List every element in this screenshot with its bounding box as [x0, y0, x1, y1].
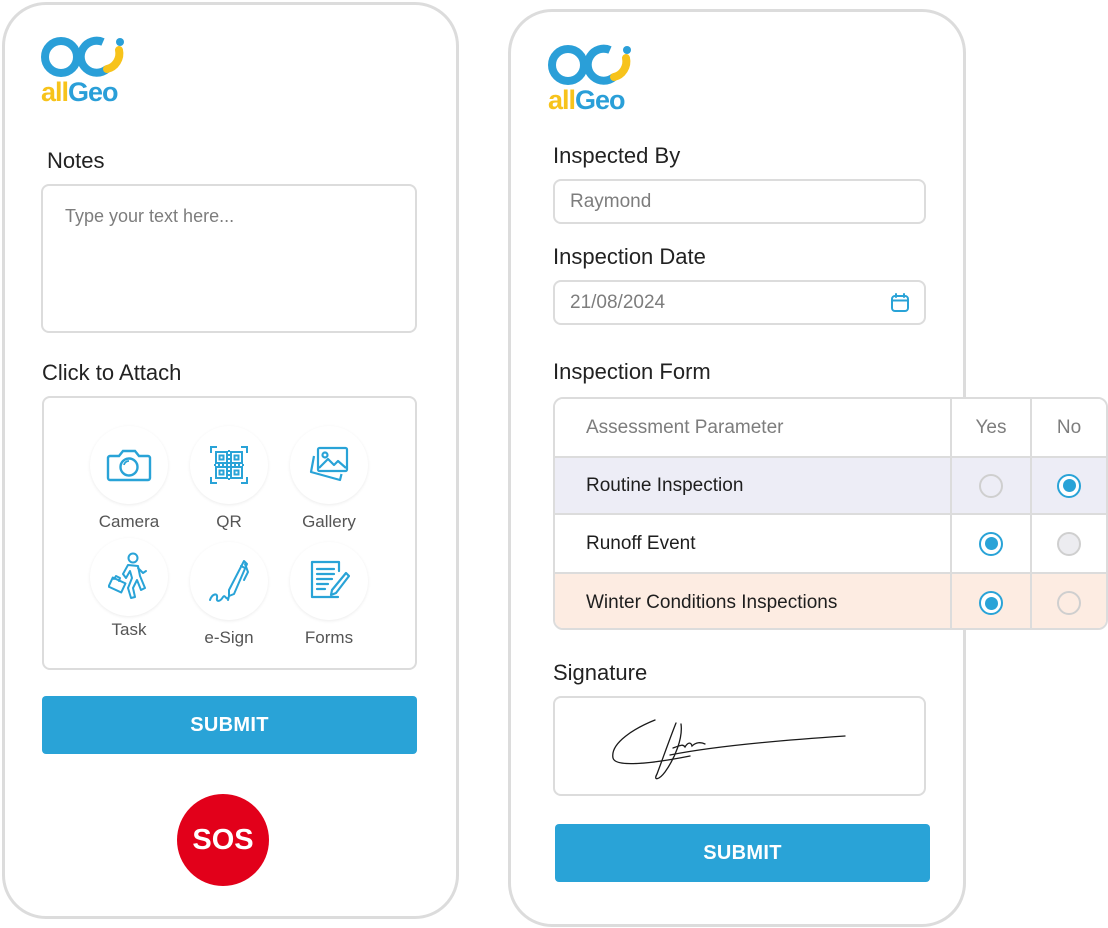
attach-qr-label: QR [216, 512, 242, 531]
calendar-icon[interactable] [889, 292, 911, 314]
attach-gallery-label: Gallery [302, 512, 356, 531]
allgeo-logo: allGeo [548, 41, 638, 116]
row-parameter: Runoff Event [555, 515, 952, 572]
notes-placeholder: Type your text here... [65, 206, 235, 226]
allgeo-logo: allGeo [41, 33, 131, 108]
yes-radio[interactable] [979, 591, 1003, 615]
yes-radio[interactable] [979, 473, 1003, 498]
table-row: Routine Inspection [555, 456, 1106, 513]
table-header-row: Assessment Parameter Yes No [555, 399, 1106, 456]
signature-pad[interactable] [553, 696, 926, 796]
inspection-form-table: Assessment Parameter Yes No Routine Insp… [553, 397, 1108, 630]
qr-code-icon [210, 446, 248, 484]
attach-esign-button[interactable]: e-Sign [179, 542, 279, 648]
inspected-by-input[interactable]: Raymond [553, 179, 926, 224]
header-assessment-parameter: Assessment Parameter [555, 399, 952, 456]
pen-signature-icon [209, 560, 249, 602]
attach-qr-button[interactable]: QR [179, 426, 279, 532]
header-no: No [1056, 416, 1082, 438]
allgeo-logo-mark-icon [548, 44, 631, 85]
attach-camera-button[interactable]: Camera [79, 426, 179, 532]
attach-panel: Camera QR Gallery Task e-Sign Forms [42, 396, 417, 670]
attach-camera-label: Camera [98, 512, 160, 531]
task-walking-person-icon [108, 552, 147, 599]
attach-task-button[interactable]: Task [79, 538, 179, 640]
inspection-date-input[interactable]: 21/08/2024 [553, 280, 926, 325]
yes-radio[interactable] [979, 531, 1003, 556]
inspection-date-label: Inspection Date [553, 244, 706, 269]
allgeo-wordmark: allGeo [41, 77, 119, 107]
table-row: Winter Conditions Inspections [555, 572, 1106, 628]
allgeo-wordmark: allGeo [548, 85, 626, 115]
inspection-form-label: Inspection Form [553, 359, 711, 384]
attach-esign-label: e-Sign [204, 628, 254, 647]
inspection-date-value: 21/08/2024 [570, 291, 666, 313]
inspected-by-label: Inspected By [553, 143, 681, 168]
attach-forms-label: Forms [304, 628, 354, 647]
table-row: Runoff Event [555, 513, 1106, 572]
sos-button[interactable]: SOS [177, 794, 269, 886]
header-yes: Yes [952, 399, 1032, 456]
inspection-submit-button[interactable]: SUBMIT [555, 824, 930, 882]
signature-drawing [612, 719, 846, 780]
attach-forms-button[interactable]: Forms [279, 542, 379, 648]
no-radio[interactable] [1057, 531, 1081, 556]
allgeo-logo-mark-icon [41, 36, 124, 77]
attach-gallery-button[interactable]: Gallery [279, 426, 379, 532]
no-radio[interactable] [1057, 473, 1081, 498]
no-radio[interactable] [1057, 591, 1081, 615]
gallery-icon [309, 446, 349, 482]
attach-label: Click to Attach [42, 360, 182, 385]
signature-label: Signature [553, 660, 648, 685]
notes-textarea[interactable]: Type your text here... [41, 184, 417, 333]
row-parameter: Routine Inspection [555, 458, 952, 513]
notes-submit-button[interactable]: SUBMIT [42, 696, 417, 754]
notes-label: Notes [47, 148, 105, 173]
camera-icon [106, 449, 152, 482]
inspected-by-value: Raymond [570, 190, 652, 212]
attach-task-label: Task [111, 620, 147, 639]
form-document-icon [310, 560, 350, 599]
row-parameter: Winter Conditions Inspections [555, 574, 952, 628]
